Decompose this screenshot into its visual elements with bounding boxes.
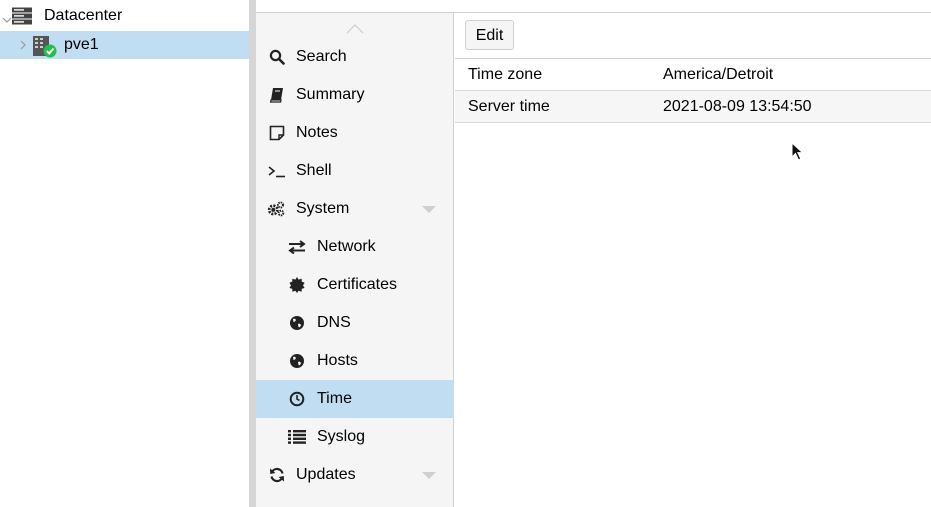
- chevron-up-icon[interactable]: [346, 24, 364, 34]
- clock-icon: [288, 390, 306, 408]
- caret-down-icon[interactable]: [422, 472, 436, 480]
- panel-splitter[interactable]: [249, 0, 256, 507]
- nav-item-hosts[interactable]: Hosts: [256, 342, 454, 380]
- nav-item-label: DNS: [317, 314, 351, 331]
- caret-down-icon[interactable]: [422, 206, 436, 214]
- row-key: Time zone: [468, 66, 543, 83]
- exchange-icon: [288, 238, 306, 256]
- nav-item-dns[interactable]: DNS: [256, 304, 454, 342]
- certificate-icon: [288, 276, 306, 294]
- nav-item-updates[interactable]: Updates: [256, 456, 454, 494]
- nav-item-label: Time: [317, 390, 352, 407]
- chevron-right-icon[interactable]: [18, 40, 28, 50]
- refresh-icon: [268, 466, 286, 484]
- nav-item-label: Syslog: [317, 428, 366, 445]
- node-online-icon: [33, 36, 57, 58]
- nav-item-label: Notes: [296, 124, 338, 141]
- row-key: Server time: [468, 98, 550, 115]
- server-stack-icon: [12, 7, 32, 25]
- tree-item-pve1[interactable]: pve1: [0, 31, 249, 59]
- row-value: America/Detroit: [663, 66, 774, 83]
- content-toolbar: [455, 13, 931, 59]
- nav-item-label: System: [296, 200, 350, 217]
- tree-item-label: Datacenter: [44, 7, 123, 24]
- book-icon: [268, 86, 286, 104]
- nav-item-system[interactable]: System: [256, 190, 454, 228]
- resource-tree: Datacenter pve1: [0, 0, 249, 507]
- search-icon: [268, 48, 286, 66]
- terminal-icon: [268, 162, 286, 180]
- nav-item-notes[interactable]: Notes: [256, 114, 454, 152]
- row-value: 2021-08-09 13:54:50: [663, 98, 812, 115]
- nav-item-label: Hosts: [317, 352, 358, 369]
- gears-icon: [267, 200, 285, 218]
- nav-item-label: Search: [296, 48, 347, 65]
- tree-item-label: pve1: [64, 36, 99, 53]
- edit-button[interactable]: Edit: [465, 20, 514, 50]
- nav-item-syslog[interactable]: Syslog: [256, 418, 454, 456]
- nav-item-label: Summary: [296, 86, 365, 103]
- nav-item-certificates[interactable]: Certificates: [256, 266, 454, 304]
- list-icon: [288, 428, 306, 446]
- nav-item-search[interactable]: Search: [256, 38, 454, 76]
- tree-item-datacenter[interactable]: Datacenter: [0, 2, 249, 30]
- nav-item-time[interactable]: Time: [256, 380, 454, 418]
- nav-item-network[interactable]: Network: [256, 228, 454, 266]
- nav-item-label: Shell: [296, 162, 332, 179]
- mouse-cursor-icon: [791, 142, 804, 161]
- globe-icon: [288, 352, 306, 370]
- note-icon: [268, 124, 286, 142]
- globe-icon: [288, 314, 306, 332]
- table-row[interactable]: Server time 2021-08-09 13:54:50: [455, 91, 931, 123]
- nav-item-label: Network: [317, 238, 376, 255]
- nav-item-label: Updates: [296, 466, 356, 483]
- nav-item-shell[interactable]: Shell: [256, 152, 454, 190]
- nav-item-label: Certificates: [317, 276, 398, 293]
- nav-item-summary[interactable]: Summary: [256, 76, 454, 114]
- table-row[interactable]: Time zone America/Detroit: [455, 59, 931, 91]
